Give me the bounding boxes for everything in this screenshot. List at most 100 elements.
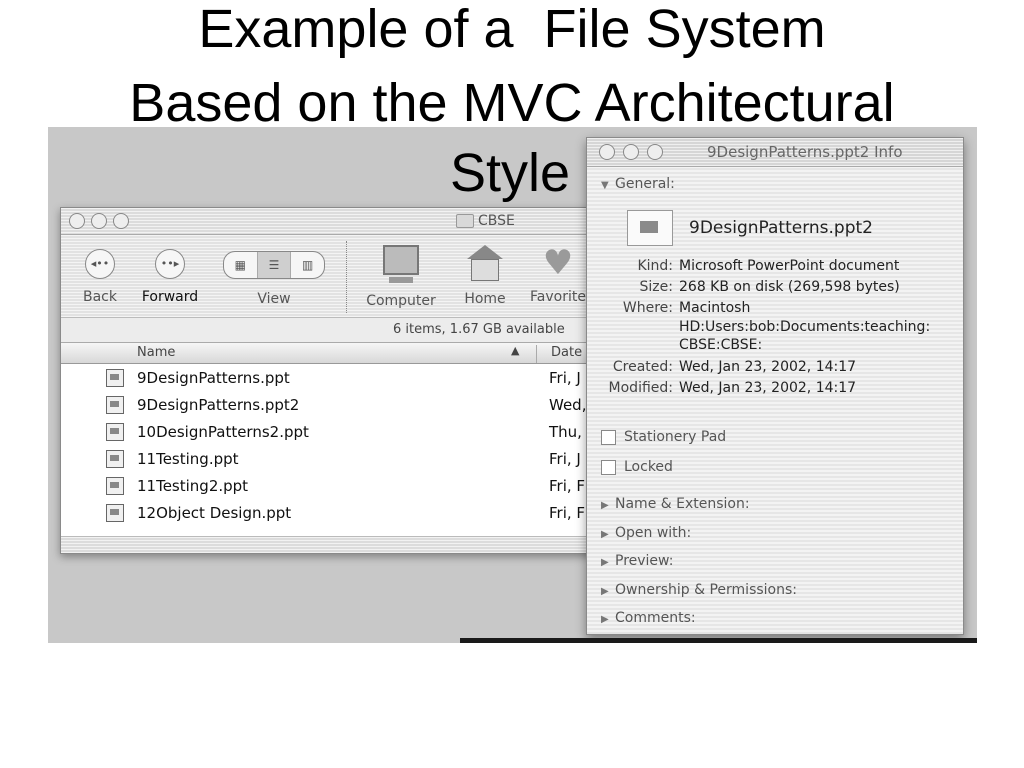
file-date: Wed, [549,396,587,414]
locked-label: Locked [624,459,673,475]
name-column-header[interactable]: Name [137,345,175,360]
info-title: 9DesignPatterns.ppt2 Info [707,143,903,161]
disclosure-closed-icon: ▶ [601,500,609,511]
forward-button[interactable]: ••▸ Forward [137,249,203,305]
ownership-section-toggle[interactable]: ▶ Ownership & Permissions: [601,582,797,598]
column-view-icon[interactable]: ▥ [291,252,324,278]
screenshot-area: CBSE ◂•• Back ••▸ Forward ▦ ☰ ▥ View Com… [48,127,977,643]
size-value: 268 KB on disk (269,598 bytes) [679,279,900,295]
info-filename: 9DesignPatterns.ppt2 [689,218,873,238]
slide-title-line-1: Example of a File System [198,0,826,59]
computer-button[interactable]: Computer [361,245,441,309]
disclosure-closed-icon: ▶ [601,529,609,540]
where-value-line-1: Macintosh [679,300,751,316]
file-date: Fri, J [549,450,581,468]
icon-view-icon[interactable]: ▦ [224,252,258,278]
created-label: Created: [612,359,673,375]
name-extension-section-toggle[interactable]: ▶ Name & Extension: [601,496,750,512]
slide-title-line-3: Style [449,143,571,203]
minimize-button[interactable] [91,213,107,229]
section-label: Ownership & Permissions: [615,582,797,598]
home-button[interactable]: Home [457,245,513,307]
list-view-icon[interactable]: ☰ [257,252,292,278]
background-window-edge [460,638,977,643]
date-column-header[interactable]: Date [536,345,582,363]
created-value: Wed, Jan 23, 2002, 14:17 [679,359,857,375]
file-list: 9DesignPatterns.ppt Fri, J 9DesignPatter… [61,365,621,527]
file-row[interactable]: 12Object Design.ppt Fri, F [61,500,621,527]
file-name: 11Testing.ppt [137,450,239,468]
file-date: Fri, F [549,504,586,522]
file-name: 11Testing2.ppt [137,477,249,495]
file-name: 12Object Design.ppt [137,504,292,522]
finder-title: CBSE [456,213,515,229]
disclosure-closed-icon: ▶ [601,586,609,597]
checkbox-icon[interactable] [601,459,616,475]
back-label: Back [83,289,117,305]
file-name: 9DesignPatterns.ppt2 [137,396,300,414]
home-icon-body [471,259,499,281]
file-row[interactable]: 9DesignPatterns.ppt Fri, J [61,365,621,392]
ppt-file-icon [106,504,124,522]
kind-value: Microsoft PowerPoint document [679,258,900,274]
view-control[interactable]: ▦ ☰ ▥ View [221,251,327,307]
modified-value: Wed, Jan 23, 2002, 14:17 [679,380,857,396]
stationery-label: Stationery Pad [624,429,727,445]
file-date: Fri, F [549,477,586,495]
ppt-file-icon [106,450,124,468]
comments-section-toggle[interactable]: ▶ Comments: [601,610,696,626]
file-date: Thu, [549,423,582,441]
locked-checkbox[interactable]: Locked [601,459,673,475]
sort-ascending-icon[interactable]: ▲ [511,344,519,357]
favorites-button[interactable]: ♥ Favorite [523,245,593,305]
toolbar-separator [346,241,347,313]
ppt-document-icon [627,210,673,246]
status-text: 6 items, 1.67 GB available [393,322,565,337]
section-label: Name & Extension: [615,496,750,512]
where-value-line-3: CBSE:CBSE: [679,337,763,353]
section-label: Comments: [615,610,696,626]
where-value-line-2: HD:Users:bob:Documents:teaching: [679,319,931,335]
close-button[interactable] [69,213,85,229]
computer-icon-base [389,277,413,283]
kind-label: Kind: [637,258,673,274]
finder-title-text: CBSE [478,213,515,229]
file-row[interactable]: 10DesignPatterns2.ppt Thu, [61,419,621,446]
ppt-file-icon [106,423,124,441]
back-icon: ◂•• [85,249,115,279]
where-label: Where: [622,300,673,316]
file-name: 9DesignPatterns.ppt [137,369,290,387]
forward-label: Forward [141,289,199,305]
column-header: Name ▲ Date [61,343,621,364]
section-label: Open with: [615,525,692,541]
finder-bottom-bar [61,536,621,553]
ppt-file-icon [106,369,124,387]
file-row[interactable]: 11Testing2.ppt Fri, F [61,473,621,500]
slide-title-line-2: Based on the MVC Architectural [129,73,895,133]
zoom-button[interactable] [113,213,129,229]
stationery-pad-checkbox[interactable]: Stationery Pad [601,429,726,445]
view-segmented-control[interactable]: ▦ ☰ ▥ [223,251,325,279]
modified-label: Modified: [608,380,673,396]
file-name: 10DesignPatterns2.ppt [137,423,309,441]
finder-window: CBSE ◂•• Back ••▸ Forward ▦ ☰ ▥ View Com… [60,207,622,554]
checkbox-icon[interactable] [601,429,616,445]
info-window: 9DesignPatterns.ppt2 Info ▼ General: 9Des… [586,137,964,635]
heart-icon: ♥ [542,243,574,283]
forward-icon: ••▸ [155,249,185,279]
folder-icon [456,214,474,228]
view-label: View [257,291,291,307]
home-label: Home [464,291,506,307]
disclosure-closed-icon: ▶ [601,614,609,625]
ppt-file-icon [106,396,124,414]
file-row[interactable]: 9DesignPatterns.ppt2 Wed, [61,392,621,419]
preview-section-toggle[interactable]: ▶ Preview: [601,553,673,569]
size-label: Size: [639,279,673,295]
open-with-section-toggle[interactable]: ▶ Open with: [601,525,691,541]
file-date: Fri, J [549,369,581,387]
file-row[interactable]: 11Testing.ppt Fri, J [61,446,621,473]
computer-label: Computer [366,293,436,309]
back-button[interactable]: ◂•• Back [75,249,125,305]
finder-toolbar: ◂•• Back ••▸ Forward ▦ ☰ ▥ View Computer [61,235,621,318]
finder-titlebar[interactable]: CBSE [61,208,621,235]
